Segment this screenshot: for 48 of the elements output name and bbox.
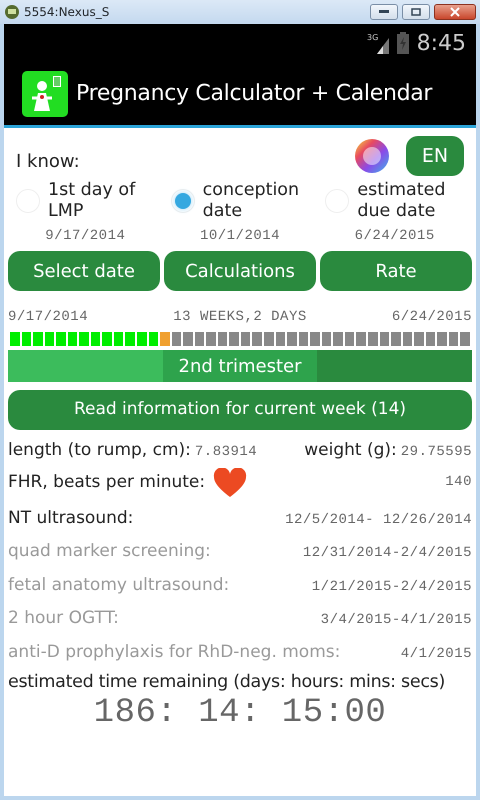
fhr-value: 140 (445, 473, 472, 492)
maximize-button[interactable] (402, 4, 430, 20)
battery-icon (396, 32, 409, 54)
event-label: anti-D prophylaxis for RhD-neg. moms: (8, 640, 340, 664)
due-date: 6/24/2015 (392, 308, 472, 327)
read-info-button[interactable]: Read information for current week (14) (8, 390, 472, 430)
event-dates: 1/21/2015-2/4/2015 (312, 578, 472, 596)
trimester-segment: 2nd trimester (162, 350, 318, 382)
action-button[interactable]: Rate (320, 251, 472, 291)
heart-icon (213, 468, 248, 498)
length-label: length (to rump, cm): (8, 439, 191, 462)
start-date: 9/17/2014 (8, 308, 88, 327)
color-wheel-icon[interactable] (354, 138, 390, 174)
event-dates: 4/1/2015 (400, 644, 472, 664)
action-button[interactable]: Calculations (164, 251, 316, 291)
event-label: 2 hour OGTT: (8, 607, 119, 630)
radio-option[interactable]: 1st day of LMP (8, 180, 163, 222)
window-title: 5554:Nexus_S (24, 4, 110, 21)
option-date: 6/24/2015 (354, 227, 436, 246)
action-button[interactable]: Select date (8, 251, 160, 291)
option-date: 10/1/2014 (198, 227, 282, 246)
app-logo-icon (22, 70, 68, 116)
close-button[interactable] (434, 4, 476, 20)
language-button[interactable]: EN (406, 136, 464, 176)
radio-option[interactable]: estimated due date (317, 180, 472, 222)
emulator-icon (4, 4, 20, 20)
maximize-icon (411, 8, 421, 16)
event-label: quad marker screening: (8, 540, 211, 563)
length-value: 7.83914 (194, 443, 258, 462)
countdown-value: 186: 14: 15:00 (92, 695, 388, 733)
event-dates: 3/4/2015-4/1/2015 (320, 611, 472, 630)
close-icon (450, 7, 460, 17)
event-dates: 12/5/2014- 12/26/2014 (285, 510, 472, 530)
option-date: 9/17/2014 (44, 227, 126, 246)
event-label: NT ultrasound: (8, 506, 134, 530)
weight-label: weight (g): (304, 439, 397, 462)
elapsed-time: 13 WEEKS,2 DAYS (173, 308, 307, 327)
status-time: 8:45 (416, 30, 466, 58)
i-know-label: I know: (16, 150, 80, 174)
event-label: fetal anatomy ultrasound: (8, 574, 230, 596)
fhr-label: FHR, beats per minute: (8, 470, 206, 494)
radio-option[interactable]: conception date (162, 180, 318, 222)
weight-value: 29.75595 (400, 443, 472, 462)
app-title: Pregnancy Calculator + Calendar (76, 80, 432, 108)
minimize-button[interactable] (370, 4, 398, 20)
minimize-icon (379, 10, 389, 14)
remaining-label: estimated time remaining (days: hours: mins: secs) (8, 671, 446, 694)
event-dates: 12/31/2014-2/4/2015 (302, 544, 472, 563)
